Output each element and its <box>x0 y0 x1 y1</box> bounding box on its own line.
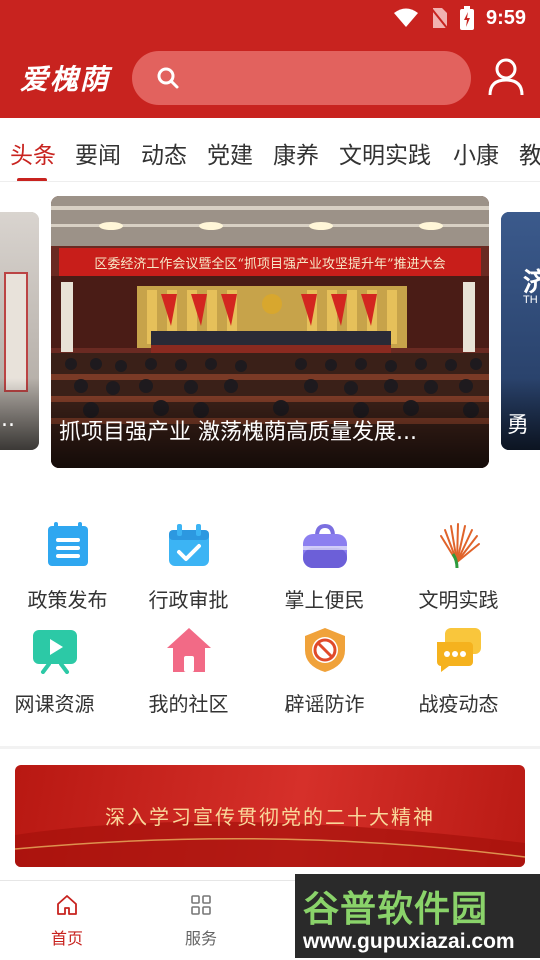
nav-label: 服务 <box>184 929 217 948</box>
grid-item-label: 行政审批 <box>148 588 229 612</box>
top-header: 9:59 爱槐荫 <box>0 0 540 118</box>
shopping-bag-icon <box>302 523 347 568</box>
slide-caption: 勇 <box>507 413 530 438</box>
app-screen: 9:59 爱槐荫 头条 要闻 动态 党建 康养 文明实践 小康 教 ... <box>0 0 540 960</box>
grid-icon <box>191 895 211 915</box>
grid-item-label: 文明实践 <box>418 588 499 612</box>
grid-item-epidemic[interactable]: 战疫动态 <box>391 626 526 717</box>
service-grid: 政策发布 行政审批 掌上便民 文明实践 网课资源 我的社区 辟谣防诈 战疫动态 <box>0 522 540 722</box>
grid-item-label: 政策发布 <box>27 588 108 612</box>
search-icon <box>157 67 179 89</box>
user-profile-icon[interactable] <box>488 58 524 96</box>
category-tabs: 头条 要闻 动态 党建 康养 文明实践 小康 教 <box>0 118 540 182</box>
calendar-check-icon <box>168 524 209 566</box>
active-tab-indicator <box>17 178 47 181</box>
civilization-logo-icon <box>439 523 480 569</box>
grid-item-label: 我的社区 <box>148 692 229 716</box>
home-icon <box>166 628 211 672</box>
grid-item-label: 辟谣防诈 <box>284 692 365 716</box>
slide-caption: ... <box>0 407 15 432</box>
nav-home[interactable]: 首页 <box>27 893 107 949</box>
banner-text: 深入学习宣传贯彻党的二十大精神 <box>105 805 435 829</box>
app-logo: 爱槐荫 <box>20 63 111 96</box>
tab-civilization-practice[interactable]: 文明实践 <box>339 136 431 170</box>
tab-health[interactable]: 康养 <box>273 136 319 170</box>
tab-prosperity[interactable]: 小康 <box>453 136 499 170</box>
status-bar: 9:59 <box>393 6 526 30</box>
nav-label: 首页 <box>50 929 83 948</box>
no-sim-icon <box>430 7 448 29</box>
tab-education[interactable]: 教 <box>519 136 540 170</box>
watermark-url: www.gupuxiazai.com <box>303 930 515 953</box>
grid-item-policy[interactable]: 政策发布 <box>0 522 135 613</box>
battery-icon <box>459 6 474 30</box>
grid-item-approval[interactable]: 行政审批 <box>121 522 256 613</box>
section-divider <box>0 746 540 749</box>
grid-item-online-course[interactable]: 网课资源 <box>0 626 122 717</box>
tab-headline[interactable]: 头条 <box>10 136 56 170</box>
video-play-icon <box>32 630 77 674</box>
carousel-slide-next[interactable]: 济 TH 勇 <box>501 212 540 450</box>
nav-services[interactable]: 服务 <box>161 893 241 949</box>
grid-item-label: 掌上便民 <box>284 588 365 612</box>
anti-fraud-shield-icon <box>304 628 345 672</box>
slide-caption: 抓项目强产业 激荡槐荫高质量发展... <box>59 420 417 445</box>
watermark-title: 谷普软件园 <box>303 889 489 930</box>
grid-item-civilization[interactable]: 文明实践 <box>391 522 526 613</box>
tab-news[interactable]: 要闻 <box>75 136 121 170</box>
site-watermark: 谷普软件园 www.gupuxiazai.com <box>295 874 540 958</box>
chat-bubble-icon <box>436 628 481 672</box>
grid-item-label: 战疫动态 <box>418 692 499 716</box>
document-list-icon <box>47 522 88 566</box>
carousel-slide-prev[interactable]: ... <box>0 212 39 450</box>
tab-party-building[interactable]: 党建 <box>207 136 253 170</box>
status-time: 9:59 <box>485 6 526 29</box>
news-carousel[interactable]: ... 区委经济工作会议暨全区“抓项目强产业攻坚提升年”推进大会 <box>0 196 540 470</box>
home-outline-icon <box>57 895 77 915</box>
slide-sub-text: TH <box>523 294 538 306</box>
carousel-slide-main[interactable]: 区委经济工作会议暨全区“抓项目强产业攻坚提升年”推进大会 抓项目强产业 激荡槐荫… <box>51 196 489 468</box>
wifi-icon <box>393 8 418 27</box>
grid-item-anti-fraud[interactable]: 辟谣防诈 <box>257 626 392 717</box>
search-bar[interactable] <box>132 51 471 105</box>
grid-item-convenience[interactable]: 掌上便民 <box>257 522 392 613</box>
tab-dynamics[interactable]: 动态 <box>141 136 187 170</box>
promo-banner[interactable]: 深入学习宣传贯彻党的二十大精神 <box>15 765 525 867</box>
grid-item-community[interactable]: 我的社区 <box>121 626 256 717</box>
grid-item-label: 网课资源 <box>14 692 95 716</box>
slide-banner-text: 区委经济工作会议暨全区“抓项目强产业攻坚提升年”推进大会 <box>94 256 445 272</box>
